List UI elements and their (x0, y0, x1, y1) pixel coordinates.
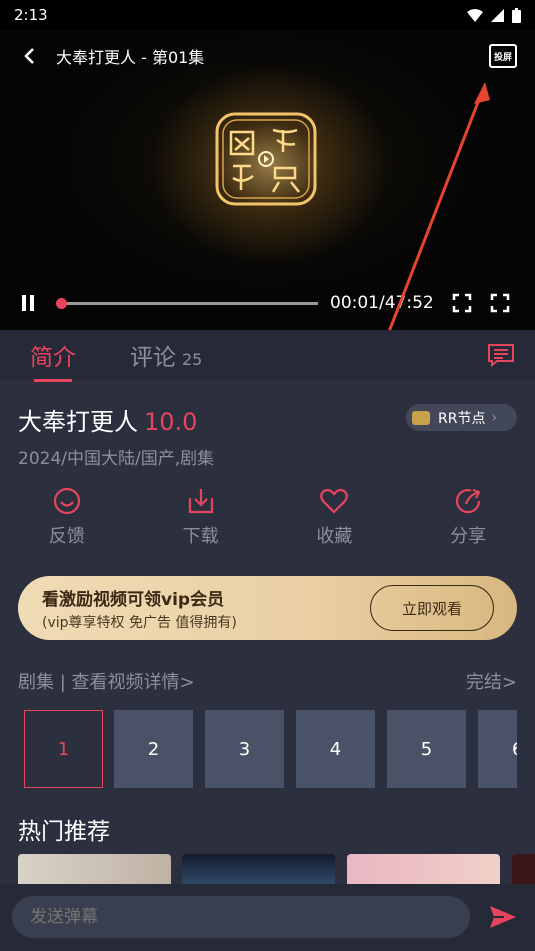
feedback-icon (53, 487, 80, 515)
recommend-row (18, 854, 535, 884)
battery-icon (512, 7, 521, 23)
cast-button[interactable]: 投屏 (489, 44, 517, 68)
tab-intro[interactable]: 简介 (30, 338, 76, 382)
episode-item-4[interactable]: 4 (296, 710, 375, 788)
share-button[interactable]: 分享 (401, 486, 535, 552)
show-name: 大奉打更人 (18, 408, 138, 436)
progress-bar[interactable] (55, 297, 318, 309)
tab-comments-label: 评论 (130, 345, 176, 371)
episode-item-1[interactable]: 1 (24, 710, 103, 788)
video-player[interactable]: 大奉打更人 - 第01集 投屏 00:01/47:52 (0, 30, 535, 330)
episode-item-2[interactable]: 2 (114, 710, 193, 788)
pause-button[interactable] (18, 293, 38, 313)
show-title: 大奉打更人 10.0 (18, 402, 197, 437)
rr-node-button[interactable]: RR节点 › (406, 404, 517, 431)
danmaku-bar (0, 884, 535, 951)
episode-list[interactable]: 1 2 3 4 5 6 (24, 710, 517, 788)
vip-banner[interactable]: 看激励视频可领vip会员 (vip尊享特权 免广告 值得拥有) 立即观看 (18, 576, 517, 640)
episode-item-5[interactable]: 5 (387, 710, 466, 788)
favorite-button[interactable]: 收藏 (268, 486, 402, 552)
danmaku-list-icon[interactable] (487, 343, 515, 367)
danmaku-input[interactable] (12, 896, 470, 938)
player-topbar: 大奉打更人 - 第01集 投屏 (0, 38, 535, 74)
tab-comments[interactable]: 评论 25 (130, 338, 202, 372)
signal-icon (491, 8, 504, 22)
episodes-header: 剧集 | 查看视频详情> 完结> (18, 668, 517, 694)
detail-tabs: 简介 评论 25 (0, 330, 535, 382)
chevron-left-icon (24, 48, 34, 64)
video-logo-seal (215, 112, 317, 206)
back-button[interactable] (18, 45, 40, 67)
action-row: 反馈 下载 收藏 分享 (0, 486, 535, 552)
status-bar: 2:13 (0, 0, 535, 30)
show-meta: 2024/中国大陆/国产,剧集 (18, 449, 215, 469)
chevron-right-icon: › (491, 409, 498, 426)
download-button[interactable]: 下载 (134, 486, 268, 552)
rr-node-label: RR节点 (438, 410, 486, 427)
download-icon (188, 489, 213, 514)
recommend-thumbnail[interactable] (18, 854, 171, 884)
send-icon[interactable] (488, 902, 518, 932)
download-label: 下载 (182, 526, 219, 547)
recommend-thumbnail[interactable] (347, 854, 500, 884)
comment-count: 25 (182, 350, 203, 369)
share-label: 分享 (450, 526, 487, 547)
vip-title: 看激励视频可领vip会员 (42, 590, 225, 610)
watch-now-button[interactable]: 立即观看 (370, 585, 494, 631)
status-time: 2:13 (14, 6, 48, 24)
favorite-label: 收藏 (316, 526, 353, 547)
annotation-arrow (388, 82, 490, 330)
episode-details-link[interactable]: 剧集 | 查看视频详情> (18, 668, 195, 694)
wifi-icon (467, 8, 483, 22)
recommend-title: 热门推荐 (18, 819, 110, 845)
film-icon (412, 410, 430, 425)
episode-item-6[interactable]: 6 (478, 710, 517, 788)
feedback-label: 反馈 (48, 526, 85, 547)
heart-icon (320, 488, 349, 514)
share-icon (456, 488, 481, 514)
cast-label: 投屏 (493, 52, 512, 63)
feedback-button[interactable]: 反馈 (0, 486, 134, 552)
video-title: 大奉打更人 - 第01集 (56, 48, 205, 67)
recommend-thumbnail[interactable] (182, 854, 335, 884)
tab-intro-label: 简介 (30, 345, 76, 371)
episode-item-3[interactable]: 3 (205, 710, 284, 788)
recommend-thumbnail[interactable] (512, 854, 535, 884)
show-score: 10.0 (144, 408, 198, 436)
status-icons (467, 7, 521, 23)
progress-knob[interactable] (55, 297, 67, 309)
watch-now-label: 立即观看 (401, 599, 462, 618)
episode-status-link[interactable]: 完结> (466, 668, 517, 694)
vip-subtitle: (vip尊享特权 免广告 值得拥有) (42, 615, 237, 631)
